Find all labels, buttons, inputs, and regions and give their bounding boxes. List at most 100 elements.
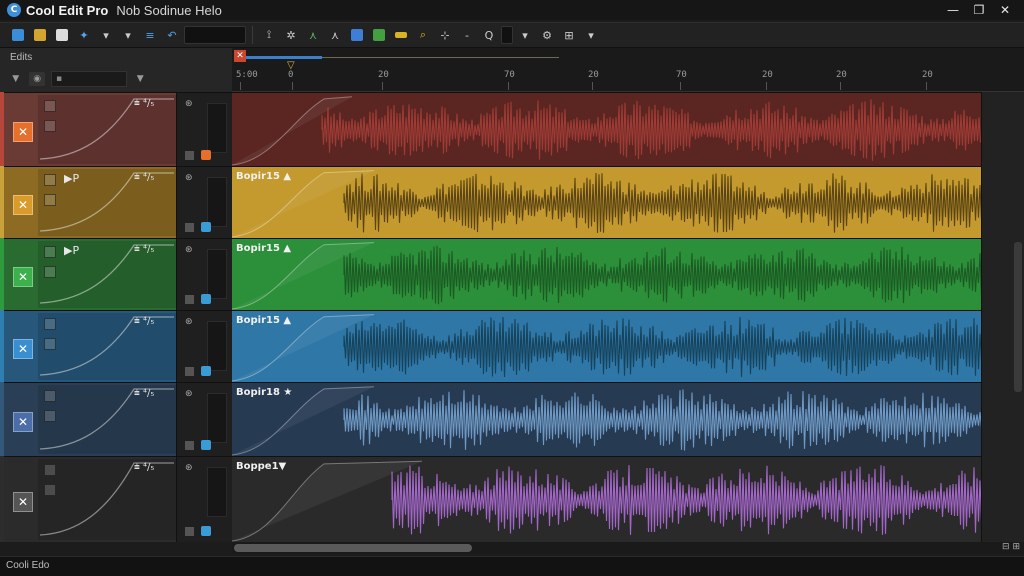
track-envelope[interactable] <box>38 241 176 309</box>
zoom-controls[interactable]: ⊟ ⊞ <box>1002 542 1020 552</box>
timeline-ruler[interactable]: ✕ ▽ 5:00 0 20 70 20 70 20 20 20 <box>232 48 1024 92</box>
chevron-down-icon[interactable]: ▼ <box>8 72 23 86</box>
chevron-down-icon[interactable]: ▾ <box>515 25 535 45</box>
minus-icon[interactable]: - <box>457 25 477 45</box>
track-mute-icon[interactable]: ✕ <box>13 412 33 432</box>
filter-icon[interactable]: ▾ <box>96 25 116 45</box>
track-record-icon[interactable] <box>185 151 194 160</box>
track-header[interactable]: ✕ ▶P ⩧ ⁴/₅ ⊛ <box>4 238 232 310</box>
level-meter <box>207 321 227 371</box>
settings-icon[interactable]: ⚙ <box>537 25 557 45</box>
blue-tool-icon[interactable] <box>347 25 367 45</box>
track-solo-icon[interactable]: ⊛ <box>185 389 193 399</box>
track-mute-icon[interactable]: ✕ <box>13 122 33 142</box>
funnel-icon[interactable]: ▾ <box>118 25 138 45</box>
track-mute-icon[interactable]: ✕ <box>13 339 33 359</box>
track-header[interactable]: ✕ ⩧ ⁴/₅ ⊛ <box>4 310 232 382</box>
dropdown-chevron-icon[interactable]: ▾ <box>581 25 601 45</box>
track-solo-icon[interactable]: ⊛ <box>185 317 193 327</box>
toolbar-field[interactable] <box>184 26 246 44</box>
horizontal-scrollbar[interactable]: ⊟ ⊞ <box>232 542 1024 554</box>
track-record-icon[interactable] <box>185 367 194 376</box>
panel-label: Edits <box>10 52 33 63</box>
stack-icon[interactable]: ≡ <box>140 25 160 45</box>
clip-label[interactable]: Bopir15 ▲ <box>236 243 291 254</box>
track-envelope[interactable] <box>38 169 176 237</box>
track-envelope[interactable] <box>38 459 176 541</box>
close-button[interactable]: ✕ <box>992 0 1018 20</box>
track-solo-icon[interactable]: ⊛ <box>185 463 193 473</box>
track-envelope[interactable] <box>38 313 176 381</box>
level-meter <box>207 103 227 153</box>
green-tool-icon[interactable] <box>369 25 389 45</box>
vertical-scrollbar[interactable] <box>981 92 1024 542</box>
ruler-tick-label: 5:00 <box>236 70 258 80</box>
track-envelope[interactable] <box>38 95 176 165</box>
zoom-field[interactable] <box>501 26 513 44</box>
waveform <box>232 170 981 238</box>
level-meter <box>207 393 227 443</box>
track-row: ✕ ▶P ⩧ ⁴/₅ ⊛ Bopir15 ▲ <box>0 166 1024 238</box>
track-record-icon[interactable] <box>185 441 194 450</box>
clip-label[interactable]: Boppe1▼ <box>236 461 286 472</box>
track-badge-icon[interactable] <box>201 366 211 376</box>
clip-label[interactable]: Bopir15 ▲ <box>236 315 291 326</box>
track-badge-icon[interactable] <box>201 294 211 304</box>
close-icon[interactable]: ✕ <box>234 50 246 62</box>
track-solo-icon[interactable]: ⊛ <box>185 245 193 255</box>
envelope-icon[interactable]: ⋏ <box>325 25 345 45</box>
minimize-button[interactable]: — <box>940 0 966 20</box>
scroll-thumb[interactable] <box>234 544 472 552</box>
loop-range[interactable] <box>246 56 322 59</box>
node-icon[interactable]: ⟟ <box>259 25 279 45</box>
page-button[interactable] <box>52 25 72 45</box>
track-badge-icon[interactable] <box>201 526 211 536</box>
track-solo-icon[interactable]: ⊛ <box>185 99 193 109</box>
panel-search-input[interactable]: ▪ <box>50 71 127 87</box>
record-icon[interactable]: ◉ <box>29 72 45 86</box>
pin-icon[interactable]: ✦ <box>74 25 94 45</box>
scroll-thumb[interactable] <box>1014 242 1022 392</box>
track-mute-icon[interactable]: ✕ <box>13 492 33 512</box>
track-mute-icon[interactable]: ✕ <box>13 267 33 287</box>
track-row: ✕ ⩧ ⁴/₅ ⊛ <box>0 92 1024 166</box>
search-icon[interactable]: ⌕ <box>413 25 433 45</box>
cut-button[interactable] <box>30 25 50 45</box>
selection-line <box>322 57 559 58</box>
cursor-icon[interactable]: ⊹ <box>435 25 455 45</box>
app-logo-icon: C <box>7 3 21 17</box>
ruler-tick-mark <box>240 82 241 90</box>
track-lane[interactable]: Bopir15 ▲ <box>232 166 981 238</box>
track-lane[interactable] <box>232 92 981 166</box>
yellow-tool-icon[interactable] <box>391 25 411 45</box>
track-badge-icon[interactable] <box>201 150 211 160</box>
clip-label[interactable]: Bopir15 ▲ <box>236 171 291 182</box>
track-record-icon[interactable] <box>185 223 194 232</box>
track-header[interactable]: ✕ ⩧ ⁴/₅ ⊛ <box>4 456 232 542</box>
waveform-icon[interactable]: ⋏ <box>303 25 323 45</box>
maximize-button[interactable]: ❐ <box>966 0 992 20</box>
grid-icon[interactable]: ⊞ <box>559 25 579 45</box>
menu-bar[interactable]: Nob Sodinue Helo <box>116 3 222 18</box>
track-badge-icon[interactable] <box>201 440 211 450</box>
track-lane[interactable]: Bopir15 ▲ <box>232 238 981 310</box>
track-header[interactable]: ✕ ⩧ ⁴/₅ ⊛ <box>4 92 232 166</box>
track-envelope[interactable] <box>38 385 176 455</box>
gear-icon[interactable]: ✲ <box>281 25 301 45</box>
track-lane[interactable]: Bopir18 ★ <box>232 382 981 456</box>
playhead-marker-icon[interactable]: ▽ <box>287 60 297 71</box>
track-mute-icon[interactable]: ✕ <box>13 195 33 215</box>
track-record-icon[interactable] <box>185 527 194 536</box>
track-solo-icon[interactable]: ⊛ <box>185 173 193 183</box>
open-button[interactable] <box>8 25 28 45</box>
clip-label[interactable]: Bopir18 ★ <box>236 387 292 398</box>
undo-icon[interactable]: ↶ <box>162 25 182 45</box>
track-badge-icon[interactable] <box>201 222 211 232</box>
track-lane[interactable]: Boppe1▼ <box>232 456 981 542</box>
track-header[interactable]: ✕ ▶P ⩧ ⁴/₅ ⊛ <box>4 166 232 238</box>
dropdown-chevron-icon[interactable]: ▼ <box>133 72 148 86</box>
track-header[interactable]: ✕ ⩧ ⁴/₅ ⊛ <box>4 382 232 456</box>
track-lane[interactable]: Bopir15 ▲ <box>232 310 981 382</box>
zoom-icon[interactable]: Q <box>479 25 499 45</box>
track-record-icon[interactable] <box>185 295 194 304</box>
